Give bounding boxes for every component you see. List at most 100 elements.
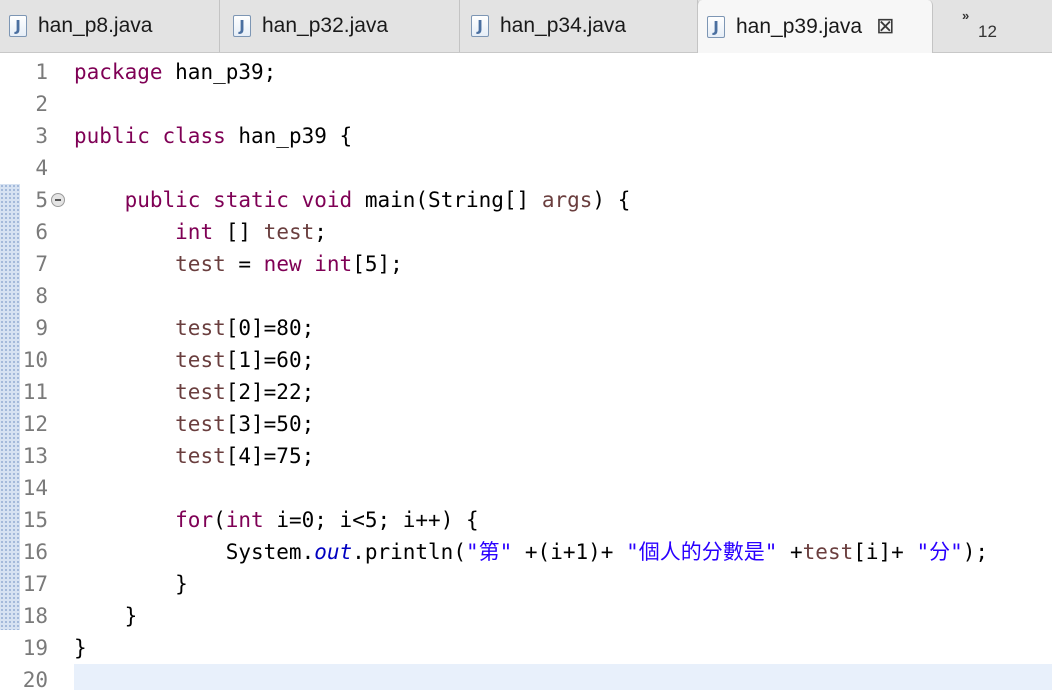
code-text-span: han_p39; xyxy=(162,60,277,84)
tab-han-p34[interactable]: J han_p34.java xyxy=(462,0,698,52)
line-number: 2 xyxy=(35,92,48,116)
keyword: int xyxy=(175,220,214,244)
code-line: package han_p39; xyxy=(74,56,276,88)
tab-han-p32[interactable]: J han_p32.java xyxy=(224,0,460,52)
code-text-span: [4]=75; xyxy=(225,444,315,468)
tab-han-p39[interactable]: J han_p39.java ⊠ xyxy=(697,0,933,53)
current-line-highlight xyxy=(74,664,1052,690)
close-icon[interactable]: ⊠ xyxy=(876,15,894,38)
java-file-icon: J xyxy=(9,15,27,37)
variable-name: test xyxy=(175,380,226,404)
keyword: for xyxy=(175,508,214,532)
code-line: test[2]=22; xyxy=(74,376,314,408)
code-editor[interactable]: 1 2 3 4 5 6 7 8 9 10 11 12 13 14 15 16 1… xyxy=(0,53,1052,692)
code-text-span: i=0; i<5; i++) { xyxy=(263,508,479,532)
line-number: 11 xyxy=(22,380,48,404)
code-text-span: [2]=22; xyxy=(225,380,315,404)
chevron-double-right-icon: » xyxy=(962,8,969,23)
string-literal: "第" xyxy=(465,540,513,564)
code-text-span: [i]+ xyxy=(853,540,917,564)
code-text-span: ; xyxy=(314,220,327,244)
code-text-span: System. xyxy=(225,540,315,564)
keyword: package xyxy=(74,60,163,84)
variable-name: test xyxy=(175,348,226,372)
line-number: 9 xyxy=(35,316,48,340)
quick-diff-bar xyxy=(0,184,20,630)
line-number: 7 xyxy=(35,252,48,276)
line-number: 6 xyxy=(35,220,48,244)
tab-label: han_p32.java xyxy=(262,14,389,37)
code-text-span: ) { xyxy=(592,188,631,212)
keyword: int xyxy=(225,508,264,532)
java-file-icon: J xyxy=(471,15,489,37)
parameter-name: args xyxy=(541,188,593,212)
line-number: 15 xyxy=(22,508,48,532)
string-literal: "個人的分數是" xyxy=(626,540,778,564)
static-field: out xyxy=(314,540,353,564)
variable-name: test xyxy=(175,316,226,340)
tab-han-p8[interactable]: J han_p8.java xyxy=(0,0,220,52)
code-text-span: [] xyxy=(213,220,264,244)
keyword: int xyxy=(314,252,353,276)
code-line: test[3]=50; xyxy=(74,408,314,440)
keyword: public xyxy=(124,188,201,212)
tab-label: han_p8.java xyxy=(38,14,153,37)
tab-overflow-button[interactable]: » 12 xyxy=(962,8,1022,44)
variable-name: test xyxy=(175,412,226,436)
line-number: 14 xyxy=(22,476,48,500)
line-number: 16 xyxy=(22,540,48,564)
line-number: 13 xyxy=(22,444,48,468)
code-text-span: [1]=60; xyxy=(225,348,315,372)
code-text-span: ); xyxy=(962,540,989,564)
variable-name: test xyxy=(175,444,226,468)
code-line: } xyxy=(74,636,87,660)
keyword: new xyxy=(263,252,302,276)
code-line: test = new int[5]; xyxy=(74,248,403,280)
line-number: 17 xyxy=(22,572,48,596)
code-text-span: +(i+1)+ xyxy=(512,540,627,564)
java-file-icon: J xyxy=(707,15,725,38)
variable-name: test xyxy=(175,252,226,276)
line-number: 20 xyxy=(22,668,48,692)
tab-label: han_p39.java xyxy=(736,14,863,38)
editor-tab-bar: J han_p8.java J han_p32.java J han_p34.j… xyxy=(0,0,1052,53)
line-number: 4 xyxy=(35,156,48,180)
line-number: 18 xyxy=(22,604,48,628)
code-line: } xyxy=(74,604,138,628)
code-line: test[4]=75; xyxy=(74,440,314,472)
code-line: } xyxy=(74,572,188,596)
code-line: int [] test; xyxy=(74,216,327,248)
line-number: 8 xyxy=(35,284,48,308)
code-line: test[0]=80; xyxy=(74,312,314,344)
code-line: public class han_p39 { xyxy=(74,120,352,152)
line-number: 19 xyxy=(22,636,48,660)
code-text-span: main(String[] xyxy=(352,188,542,212)
code-line: System.out.println("第" +(i+1)+ "個人的分數是" … xyxy=(74,536,988,568)
hidden-tab-count: 12 xyxy=(978,22,997,41)
code-line: for(int i=0; i<5; i++) { xyxy=(74,504,479,536)
code-line: test[1]=60; xyxy=(74,344,314,376)
keyword: public xyxy=(74,124,150,148)
code-text-span: [0]=80; xyxy=(225,316,315,340)
line-number: 12 xyxy=(22,412,48,436)
code-text-span: + xyxy=(777,540,803,564)
code-text-span: han_p39 { xyxy=(225,124,353,148)
keyword: static xyxy=(213,188,289,212)
line-number: 10 xyxy=(22,348,48,372)
line-number: 1 xyxy=(35,60,48,84)
code-text-span: [3]=50; xyxy=(225,412,315,436)
code-text-span: = xyxy=(225,252,264,276)
keyword: void xyxy=(301,188,353,212)
variable-name: test xyxy=(263,220,315,244)
tab-label: han_p34.java xyxy=(500,14,627,37)
fold-collapse-icon[interactable] xyxy=(51,193,65,207)
